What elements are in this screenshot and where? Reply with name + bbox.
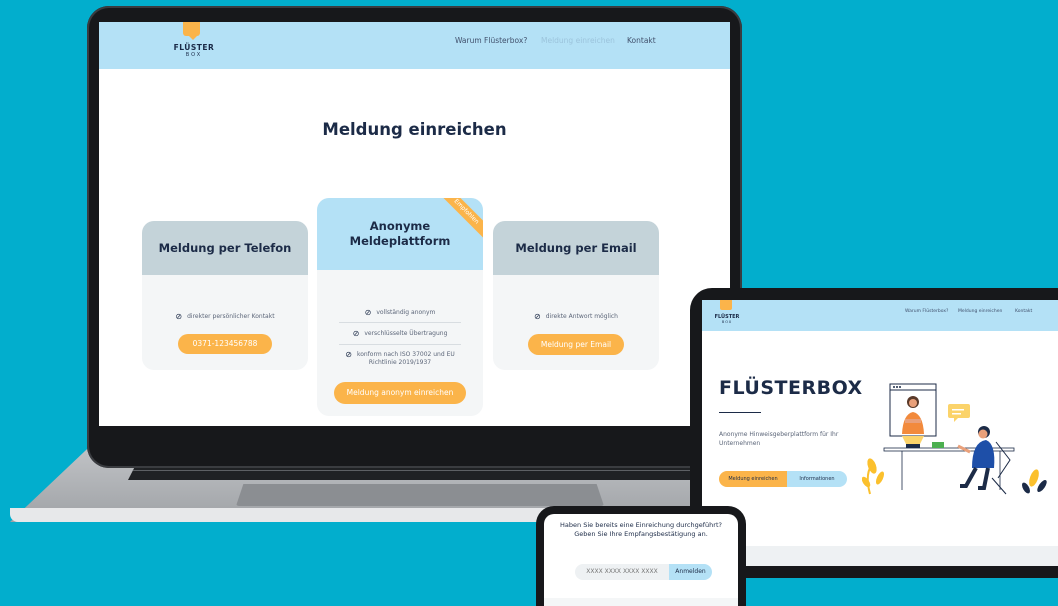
- feature-item: ⊘ direkte Antwort möglich: [534, 312, 618, 321]
- site-header: FLÜSTER BOX Warum Flüsterbox? Meldung ei…: [702, 300, 1058, 331]
- login-button[interactable]: Anmelden: [669, 564, 712, 580]
- email-button[interactable]: Meldung per Email: [528, 334, 624, 355]
- feature-item: ⊘ vollständig anonym: [364, 308, 436, 317]
- hero-subtitle: Anonyme Hinweisgeberplattform für Ihr Un…: [719, 431, 839, 447]
- submit-report-button[interactable]: Meldung einreichen: [719, 471, 787, 487]
- nav-link-warum[interactable]: Warum Flüsterbox?: [455, 36, 527, 45]
- logo-sub: BOX: [185, 52, 203, 58]
- content-below: [544, 598, 738, 606]
- divider: [339, 322, 461, 323]
- divider: [339, 344, 461, 345]
- laptop-screen: FLÜSTER BOX Warum Flüsterbox? Meldung ei…: [99, 22, 730, 426]
- receipt-code-input[interactable]: [575, 564, 669, 580]
- logo-bubble-icon: [183, 22, 200, 36]
- footer-strip: [702, 546, 1058, 566]
- whistleblower-illustration: [862, 383, 1047, 495]
- logo-bubble-tail: [189, 36, 197, 40]
- hero-divider: [719, 412, 761, 413]
- check-circle-icon: ⊘: [364, 308, 372, 317]
- hero-title: FLÜSTERBOX: [719, 377, 863, 399]
- logo-name[interactable]: FLÜSTER: [169, 43, 219, 52]
- feature-item: ⊘ verschlüsselte Übertragung: [352, 329, 448, 338]
- card-email: Meldung per Email ⊘ direkte Antwort mögli…: [493, 221, 659, 370]
- check-circle-icon: ⊘: [345, 350, 352, 359]
- nav-link-kontakt[interactable]: Kontakt: [1015, 309, 1032, 314]
- site-header: FLÜSTER BOX Warum Flüsterbox? Meldung ei…: [99, 22, 730, 69]
- check-circle-icon: ⊘: [534, 312, 541, 321]
- feature-item: ⊘ direkter persönlicher Kontakt: [175, 312, 275, 321]
- check-circle-icon: ⊘: [175, 312, 183, 321]
- receipt-prompt: Haben Sie bereits eine Einreichung durch…: [560, 521, 722, 538]
- logo-sub: BOX: [721, 320, 733, 324]
- keyboard-row: [128, 470, 708, 471]
- check-circle-icon: ⊘: [352, 329, 360, 338]
- card-anonym: Anonyme Meldeplattform Empfohlen ⊘ vollst…: [317, 198, 483, 416]
- information-button[interactable]: Informationen: [787, 471, 847, 487]
- card-heading: Meldung per Telefon: [142, 221, 308, 275]
- nav-link-kontakt[interactable]: Kontakt: [627, 36, 656, 45]
- page-title: Meldung einreichen: [322, 120, 507, 139]
- logo-bubble-icon: [720, 300, 732, 310]
- submit-anonymous-button[interactable]: Meldung anonym einreichen: [334, 382, 466, 404]
- nav-link-warum[interactable]: Warum Flüsterbox?: [905, 309, 948, 314]
- nav-link-meldung[interactable]: Meldung einreichen: [958, 309, 1002, 314]
- laptop-touchpad: [236, 484, 604, 506]
- tablet-screen: FLÜSTER BOX Warum Flüsterbox? Meldung ei…: [702, 300, 1058, 566]
- card-heading: Meldung per Email: [493, 221, 659, 275]
- feature-item: ⊘ konform nach ISO 37002 und EU Richtlini…: [345, 350, 455, 366]
- call-button[interactable]: 0371-123456788: [178, 334, 272, 354]
- phone-screen: Haben Sie bereits eine Einreichung durch…: [544, 514, 738, 606]
- nav-link-meldung[interactable]: Meldung einreichen: [541, 36, 615, 45]
- card-telefon: Meldung per Telefon ⊘ direkter persönlich…: [142, 221, 308, 370]
